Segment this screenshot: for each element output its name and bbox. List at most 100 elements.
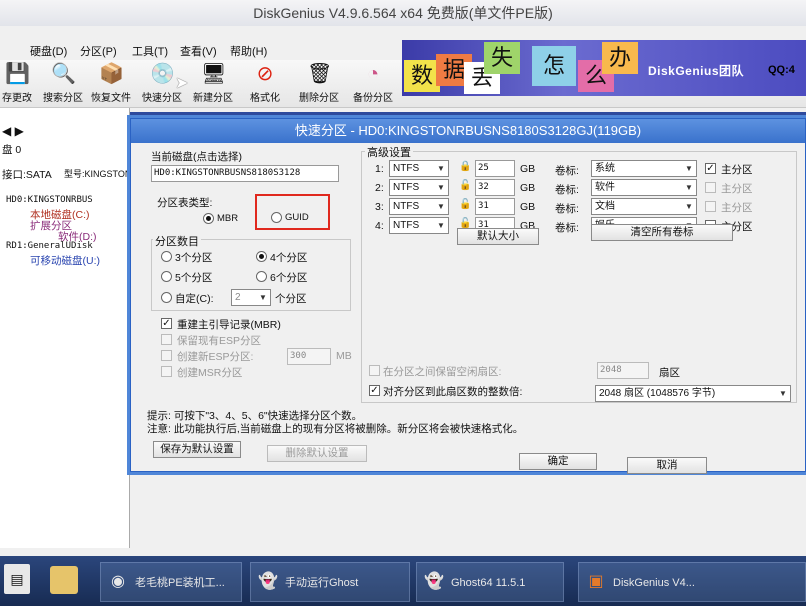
size-field-3[interactable]: 31 (475, 198, 515, 215)
recover-files-button[interactable]: 📦 恢复文件 (86, 60, 136, 106)
ok-button[interactable]: 确定 (519, 453, 597, 470)
keep-gap-checkbox[interactable] (369, 365, 380, 376)
lock-icon[interactable]: 🔒 (459, 161, 471, 172)
clear-labels-button[interactable]: 清空所有卷标 (591, 224, 733, 241)
tree-item-rd1[interactable]: RD1:GeneralUDisk (6, 241, 93, 251)
count-4-label: 4个分区 (270, 252, 308, 264)
count-custom-radio[interactable] (161, 292, 172, 303)
pe-tool-icon: ◉ (111, 573, 125, 590)
taskbar-item[interactable]: 👻 Ghost64 11.5.1 (416, 562, 564, 602)
count-5-radio[interactable] (161, 271, 172, 282)
taskbar-item[interactable]: 👻 手动运行Ghost (250, 562, 410, 602)
disk-icon: 💿 (150, 63, 175, 85)
backup-partition-button[interactable]: ◔ 备份分区 (348, 60, 398, 106)
create-esp-checkbox[interactable] (161, 350, 172, 361)
size-field-1[interactable]: 25 (475, 160, 515, 177)
disk-interface: 接口:SATA (2, 169, 52, 181)
primary-checkbox-3[interactable] (705, 201, 716, 212)
count-3-label: 3个分区 (175, 252, 213, 264)
table-type-label: 分区表类型: (157, 197, 213, 209)
unlock-icon[interactable]: 🔓 (459, 180, 471, 191)
menu-help[interactable]: 帮助(H) (230, 43, 267, 59)
primary-checkbox-1[interactable]: ✓ (705, 163, 716, 174)
chevron-down-icon: ▼ (437, 221, 445, 230)
chevron-down-icon: ▼ (685, 183, 693, 192)
partition-index: 2: (375, 182, 384, 194)
delete-default-button[interactable]: 删除默认设置 (267, 445, 367, 462)
tree-item-hd0[interactable]: HD0:KINGSTONRBUS (6, 195, 93, 205)
taskbar: ▤ ◉ 老毛桃PE装机工... 👻 手动运行Ghost 👻 Ghost64 11.5.… (0, 556, 806, 606)
size-field-2[interactable]: 32 (475, 179, 515, 196)
keep-esp-checkbox[interactable] (161, 334, 172, 345)
guid-highlight-box (255, 194, 330, 230)
gap-field[interactable]: 2048 (597, 362, 649, 379)
new-partition-button[interactable]: 🖥 新建分区 (188, 60, 238, 106)
taskbar-item[interactable]: ▣ DiskGenius V4... (578, 562, 806, 602)
cancel-button[interactable]: 取消 (627, 457, 707, 474)
align-select[interactable]: 2048 扇区 (1048576 字节) ▼ (595, 385, 791, 402)
window-title: DiskGenius V4.9.6.564 x64 免费版(单文件PE版) (0, 0, 806, 26)
count-4-radio[interactable] (256, 251, 267, 262)
menu-disk[interactable]: 硬盘(D) (30, 43, 67, 59)
fs-select-3[interactable]: NTFS ▼ (389, 198, 449, 215)
current-disk-field[interactable]: HD0:KINGSTONRBUSNS8180S3128 (151, 165, 339, 182)
fs-select-2[interactable]: NTFS ▼ (389, 179, 449, 196)
fs-select-4[interactable]: NTFS ▼ (389, 217, 449, 234)
primary-label: 主分区 (721, 202, 753, 214)
esp-size-unit: MB (336, 350, 352, 362)
disk-tree-pane: ◀ ▶ 盘 0 接口:SATA 型号:KINGSTONR HD0:KINGSTO… (0, 108, 138, 548)
save-default-button[interactable]: 保存为默认设置 (153, 441, 241, 458)
partition-index: 4: (375, 220, 384, 232)
count-3-radio[interactable] (161, 251, 172, 262)
custom-count-select[interactable]: 2 ▼ (231, 289, 271, 306)
menu-partition[interactable]: 分区(P) (80, 43, 117, 59)
disk-label: 盘 0 (2, 144, 22, 156)
format-button[interactable]: ⊘ 格式化 (240, 60, 290, 106)
unlock-icon[interactable]: 🔓 (459, 199, 471, 210)
ghost-icon: 👻 (258, 573, 278, 590)
keep-esp-label: 保留现有ESP分区 (177, 335, 262, 347)
create-msr-checkbox[interactable] (161, 366, 172, 377)
quick-partition-dialog: 快速分区 - HD0:KINGSTONRBUSNS8180S3128GJ(119… (130, 118, 806, 474)
chevron-down-icon: ▼ (437, 183, 445, 192)
ghost64-icon: 👻 (424, 573, 444, 590)
count-5-label: 5个分区 (175, 272, 213, 284)
rebuild-mbr-checkbox[interactable]: ✓ (161, 318, 172, 329)
chevron-down-icon: ▼ (259, 293, 267, 302)
taskbar-item[interactable]: ◉ 老毛桃PE装机工... (100, 562, 242, 602)
count-6-radio[interactable] (256, 271, 267, 282)
promo-banner[interactable]: 数 据 丢 失 怎 么 办 DiskGenius团队 QQ:4 (402, 40, 806, 96)
size-unit: GB (520, 201, 536, 213)
keep-gap-label: 在分区之间保留空闲扇区: (383, 366, 502, 378)
create-msr-label: 创建MSR分区 (177, 367, 243, 379)
primary-checkbox-2[interactable] (705, 182, 716, 193)
align-checkbox[interactable]: ✓ (369, 385, 380, 396)
save-icon: 💾 (5, 63, 30, 85)
mbr-label: MBR (217, 213, 239, 224)
banner-qq: QQ:4 (768, 64, 795, 76)
nav-arrows[interactable]: ◀ ▶ (2, 124, 24, 138)
volume-select-2[interactable]: 软件 ▼ (591, 179, 697, 196)
fs-select-1[interactable]: NTFS ▼ (389, 160, 449, 177)
tree-item-u[interactable]: 可移动磁盘(U:) (30, 253, 100, 268)
volume-select-3[interactable]: 文档 ▼ (591, 198, 697, 215)
save-changes-button[interactable]: 💾 存更改 (0, 60, 42, 106)
search-partition-button[interactable]: 🔍 搜索分区 (38, 60, 88, 106)
menu-bar: 硬盘(D) 分区(P) 工具(T) 查看(V) 帮助(H) (0, 40, 420, 60)
delete-partition-button[interactable]: 🗑 删除分区 (294, 60, 344, 106)
menu-view[interactable]: 查看(V) (180, 43, 217, 59)
format-icon: ⊘ (256, 63, 274, 85)
volume-select-1[interactable]: 系统 ▼ (591, 160, 697, 177)
count-6-label: 6个分区 (270, 272, 308, 284)
rebuild-mbr-label: 重建主引导记录(MBR) (177, 319, 281, 331)
mbr-radio[interactable] (203, 213, 214, 224)
folder-icon[interactable] (50, 566, 78, 594)
start-button[interactable]: ▤ (4, 564, 30, 594)
partition-count-label: 分区数目 (153, 233, 201, 249)
disk-model: 型号:KINGSTONR (64, 169, 138, 179)
menu-tools[interactable]: 工具(T) (132, 43, 168, 59)
current-disk-label: 当前磁盘(点击选择) (151, 151, 242, 163)
default-size-button[interactable]: 默认大小 (457, 228, 539, 245)
chevron-down-icon: ▼ (779, 389, 787, 398)
esp-size-field[interactable]: 300 (287, 348, 331, 365)
